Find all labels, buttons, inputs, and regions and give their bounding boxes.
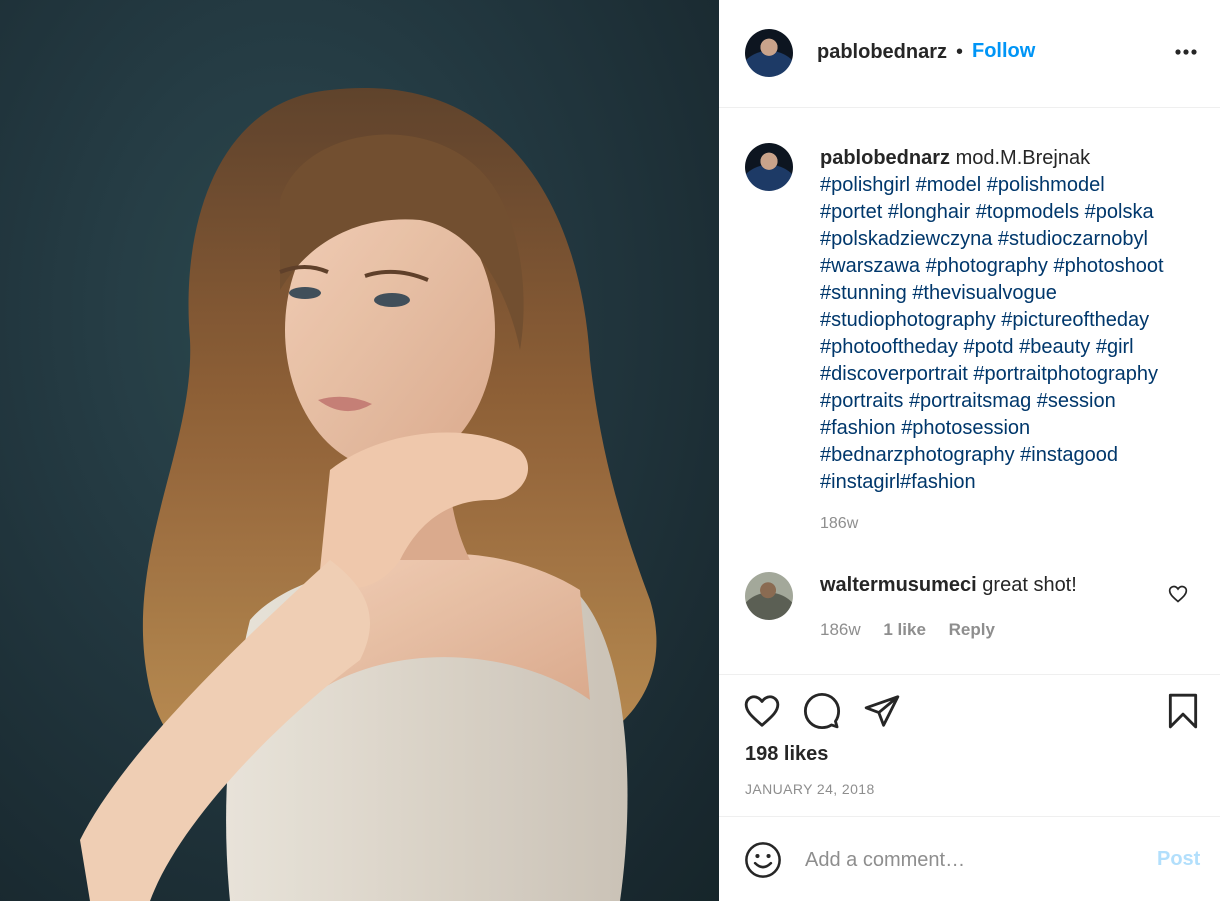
caption-timestamp[interactable]: 186w	[820, 515, 858, 533]
hashtag[interactable]: #longhair	[888, 201, 970, 223]
caption-avatar[interactable]	[745, 143, 793, 191]
comment-icon[interactable]	[803, 692, 841, 730]
hashtag[interactable]: #session	[1037, 390, 1116, 412]
emoji-icon[interactable]	[744, 841, 782, 879]
header-divider	[719, 107, 1220, 108]
heart-icon[interactable]	[743, 692, 781, 730]
hashtag[interactable]: #beauty	[1019, 336, 1090, 358]
hashtag[interactable]: #photoshoot	[1054, 255, 1164, 277]
hashtag[interactable]: #stunning	[820, 282, 907, 304]
hashtag[interactable]: #polishmodel	[987, 174, 1105, 196]
hashtag[interactable]: #topmodels	[976, 201, 1079, 223]
hashtag[interactable]: #thevisualvogue	[912, 282, 1057, 304]
hashtag[interactable]: #portraitsmag	[909, 390, 1031, 412]
hashtag[interactable]: #portet	[820, 201, 882, 223]
comment-like-icon[interactable]	[1168, 584, 1188, 604]
comment-username[interactable]: waltermusumeci	[820, 574, 977, 596]
post-date[interactable]: JANUARY 24, 2018	[745, 781, 875, 797]
hashtag[interactable]: #photooftheday	[820, 336, 958, 358]
hashtag[interactable]: #instagirl	[820, 471, 900, 493]
hashtag[interactable]: #fashion	[820, 417, 896, 439]
post-side-panel: pablobednarz • Follow pablobednarz mod.M…	[719, 0, 1220, 901]
likes-count[interactable]: 198 likes	[745, 743, 828, 766]
post-comment-button[interactable]: Post	[1157, 848, 1200, 871]
commenter-avatar[interactable]	[745, 572, 793, 620]
hashtag[interactable]: #bednarzphotography	[820, 444, 1015, 466]
share-icon[interactable]	[863, 692, 901, 730]
comment-text: great shot!	[982, 574, 1077, 596]
hashtag[interactable]: #warszawa	[820, 255, 920, 277]
hashtag[interactable]: #portraitphotography	[973, 363, 1158, 385]
post-photo[interactable]	[0, 0, 719, 901]
hashtag[interactable]: #pictureoftheday	[1001, 309, 1149, 331]
hashtag[interactable]: #discoverportrait	[820, 363, 968, 385]
bookmark-icon[interactable]	[1164, 692, 1202, 730]
author-avatar[interactable]	[745, 29, 793, 77]
hashtag[interactable]: #polska	[1085, 201, 1154, 223]
add-comment-input[interactable]	[805, 840, 1145, 880]
hashtag[interactable]: #polskadziewczyna	[820, 228, 992, 250]
portrait-illustration	[80, 87, 657, 901]
hashtag[interactable]: #instagood	[1020, 444, 1118, 466]
actions-divider	[719, 674, 1220, 675]
hashtag[interactable]: #studiophotography	[820, 309, 996, 331]
follow-button[interactable]: Follow	[972, 40, 1035, 63]
comment-timestamp[interactable]: 186w	[820, 620, 861, 639]
reply-button[interactable]: Reply	[949, 620, 995, 639]
comment-box-divider	[719, 816, 1220, 817]
hashtag[interactable]: #polishgirl	[820, 174, 910, 196]
caption-text: mod.M.Brejnak	[955, 147, 1091, 169]
more-horizontal-icon[interactable]	[1174, 48, 1198, 56]
header-separator: •	[956, 41, 964, 63]
comment-item: waltermusumeci great shot!	[820, 574, 1160, 597]
comment-likes-count[interactable]: 1 like	[883, 620, 926, 639]
hashtag[interactable]: #portraits	[820, 390, 903, 412]
author-username[interactable]: pablobednarz	[817, 41, 947, 64]
hashtag[interactable]: #photography	[926, 255, 1048, 277]
caption-username[interactable]: pablobednarz	[820, 147, 950, 169]
hashtag[interactable]: #photosession	[901, 417, 1030, 439]
hashtag[interactable]: #model	[916, 174, 982, 196]
hashtag[interactable]: #studioczarnobyl	[998, 228, 1148, 250]
hashtag[interactable]: #fashion	[900, 471, 976, 493]
comment-meta: 186w 1 like Reply	[820, 620, 1013, 640]
hashtag[interactable]: #girl	[1096, 336, 1134, 358]
hashtag[interactable]: #potd	[963, 336, 1013, 358]
post-caption: pablobednarz mod.M.Brejnak #polishgirl #…	[820, 145, 1210, 496]
